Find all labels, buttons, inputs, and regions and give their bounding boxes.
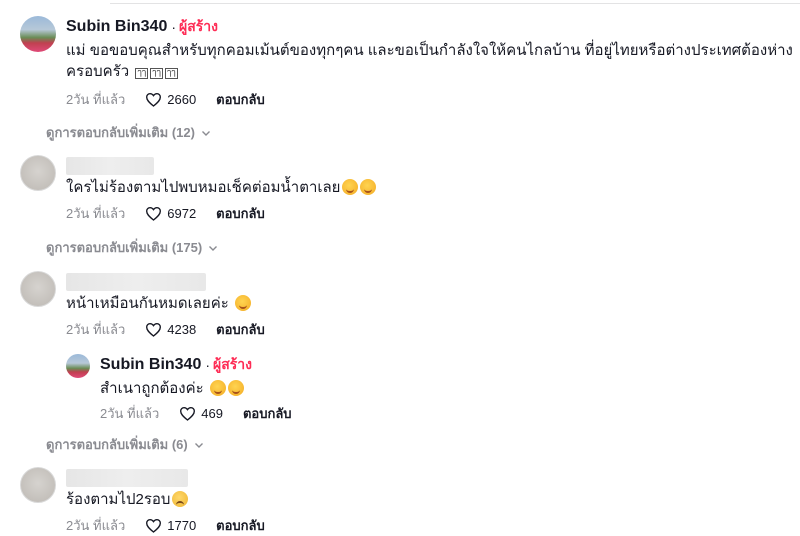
- username[interactable]: Subin Bin340: [66, 18, 167, 36]
- timestamp: 2วัน ที่แล้ว: [66, 321, 126, 337]
- reply-text: สำเนาถูกต้องค่ะ: [100, 378, 790, 399]
- comment-text: ร้องตามไป2รอบ: [66, 489, 790, 510]
- comment-meta: 2วัน ที่แล้ว 2660 ตอบกลับ: [66, 89, 790, 109]
- view-more-replies[interactable]: ดูการตอบกลับเพิ่มเติม (12): [46, 122, 211, 143]
- view-more-replies[interactable]: ดูการตอบกลับเพิ่มเติม (6): [46, 434, 204, 455]
- comment-text: หน้าเหมือนกันหมดเลยค่ะ: [66, 293, 790, 314]
- emoji-glyph: ๅๅ: [150, 68, 163, 79]
- smiling-face-emoji: [234, 295, 251, 311]
- like-count: 1770: [167, 517, 197, 533]
- comment-item: ใครไม่ร้องตามไปพบหมอเช็คต่อมน้ำตาเลย 2วั…: [20, 155, 790, 225]
- comment-item: Subin Bin340 · ผู้สร้าง แม่ ขอขอบคุณสำหร…: [20, 16, 793, 107]
- like-button[interactable]: 4238: [145, 322, 196, 337]
- reply-button[interactable]: ตอบกลับ: [216, 89, 265, 110]
- like-count: 6972: [167, 205, 197, 221]
- smiling-face-emoji: [209, 380, 226, 396]
- view-more-label: ดูการตอบกลับเพิ่มเติม (6): [46, 437, 188, 452]
- reply-meta: 2วัน ที่แล้ว 469 ตอบกลับ: [100, 403, 790, 423]
- heart-icon: [146, 518, 162, 533]
- chevron-down-icon: [201, 130, 210, 136]
- comment-meta: 2วัน ที่แล้ว 6972 ตอบกลับ: [66, 203, 790, 223]
- comment-text: แม่ ขอขอบคุณสำหรับทุกคอมเม้นต์ของทุกๆคน …: [66, 40, 796, 82]
- timestamp: 2วัน ที่แล้ว: [66, 517, 126, 533]
- avatar[interactable]: [20, 467, 56, 503]
- like-button[interactable]: 2660: [145, 92, 196, 107]
- like-button[interactable]: 469: [179, 406, 223, 421]
- reply-button[interactable]: ตอบกลับ: [243, 403, 292, 424]
- avatar[interactable]: [66, 354, 90, 378]
- username[interactable]: Subin Bin340: [100, 356, 201, 374]
- sad-face-emoji: [172, 491, 189, 507]
- separator-dot: ·: [205, 357, 211, 373]
- comment-text-content: หน้าเหมือนกันหมดเลยค่ะ: [66, 295, 229, 312]
- comment-item: หน้าเหมือนกันหมดเลยค่ะ 2วัน ที่แล้ว 4238…: [20, 271, 790, 341]
- comment-meta: 2วัน ที่แล้ว 1770 ตอบกลับ: [66, 515, 790, 535]
- reply-button[interactable]: ตอบกลับ: [216, 203, 265, 224]
- reply-item: Subin Bin340 · ผู้สร้าง สำเนาถูกต้องค่ะ …: [66, 354, 790, 421]
- heart-icon: [146, 322, 162, 337]
- comment-item: ร้องตามไป2รอบ 2วัน ที่แล้ว 1770 ตอบกลับ: [20, 467, 790, 534]
- reply-text-content: สำเนาถูกต้องค่ะ: [100, 380, 204, 397]
- smiling-face-emoji: [342, 179, 359, 195]
- chevron-down-icon: [194, 442, 203, 448]
- view-more-label: ดูการตอบกลับเพิ่มเติม (175): [46, 240, 203, 255]
- username-blurred[interactable]: [66, 273, 206, 291]
- like-count: 4238: [167, 321, 197, 337]
- like-count: 469: [201, 405, 223, 421]
- view-more-label: ดูการตอบกลับเพิ่มเติม (12): [46, 125, 195, 140]
- view-more-replies[interactable]: ดูการตอบกลับเพิ่มเติม (175): [46, 237, 218, 258]
- smiling-face-emoji: [360, 179, 377, 195]
- emoji-glyph: ๅๅ: [135, 68, 149, 79]
- creator-badge: ผู้สร้าง: [213, 356, 252, 372]
- heart-icon: [146, 206, 162, 221]
- reply-button[interactable]: ตอบกลับ: [216, 319, 265, 340]
- reply-button[interactable]: ตอบกลับ: [216, 515, 265, 536]
- chevron-down-icon: [209, 245, 218, 251]
- divider-top: [110, 3, 800, 4]
- like-button[interactable]: 6972: [145, 206, 196, 221]
- like-button[interactable]: 1770: [145, 518, 196, 533]
- heart-icon: [180, 406, 196, 421]
- emoji-glyph: ๅๅ: [164, 68, 178, 79]
- like-count: 2660: [167, 91, 197, 107]
- separator-dot: ·: [171, 19, 177, 35]
- comment-text: ใครไม่ร้องตามไปพบหมอเช็คต่อมน้ำตาเลย: [66, 177, 790, 198]
- timestamp: 2วัน ที่แล้ว: [66, 91, 126, 107]
- heart-icon: [146, 92, 162, 107]
- comment-meta: 2วัน ที่แล้ว 4238 ตอบกลับ: [66, 319, 790, 339]
- smiling-face-emoji: [227, 380, 244, 396]
- avatar[interactable]: [20, 155, 56, 191]
- username-blurred[interactable]: [66, 469, 188, 487]
- timestamp: 2วัน ที่แล้ว: [100, 405, 160, 421]
- timestamp: 2วัน ที่แล้ว: [66, 205, 126, 221]
- comment-text-content: ร้องตามไป2รอบ: [66, 491, 171, 508]
- creator-badge: ผู้สร้าง: [179, 18, 218, 34]
- avatar[interactable]: [20, 271, 56, 307]
- comment-text-content: ใครไม่ร้องตามไปพบหมอเช็คต่อมน้ำตาเลย: [66, 179, 341, 196]
- username-blurred[interactable]: [66, 157, 154, 175]
- avatar[interactable]: [20, 16, 56, 52]
